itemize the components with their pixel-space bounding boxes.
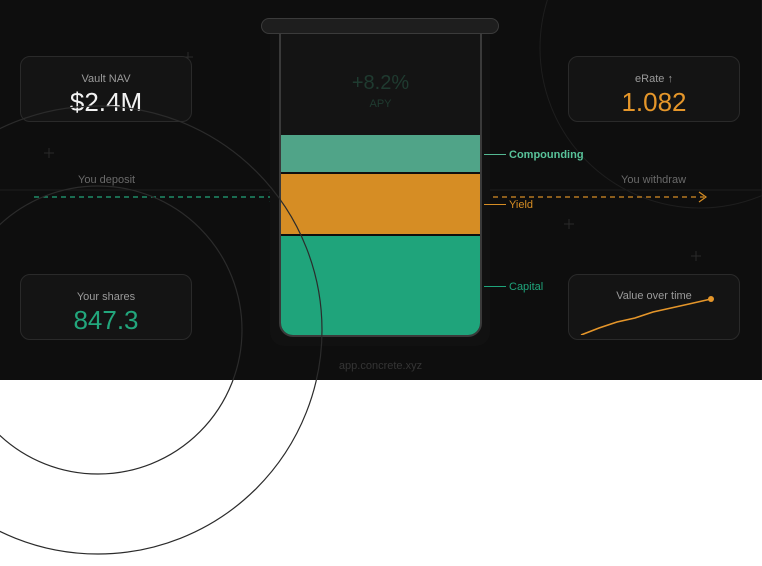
- capital-leader-line: [484, 286, 506, 287]
- erate-value: 1.082: [621, 87, 687, 117]
- your-shares-label: Your shares: [76, 291, 136, 303]
- beaker-lid: [261, 18, 499, 34]
- your-shares-card: Your shares 847.3: [20, 274, 192, 340]
- footer-url: app.concrete.xyz: [338, 360, 423, 372]
- vault-nav-value: $2.4M: [69, 87, 143, 117]
- erate-label: eRate ↑: [635, 73, 673, 85]
- capital-layer: [281, 236, 480, 335]
- sparkline-icon: [580, 296, 714, 335]
- yield-layer: [281, 174, 480, 234]
- apy-value: +8.2%: [351, 72, 410, 94]
- deposit-label: You deposit: [78, 174, 136, 186]
- erate-card: eRate ↑ 1.082: [568, 56, 740, 122]
- capital-label: Capital: [509, 281, 544, 293]
- vault-nav-label: Vault NAV: [81, 73, 131, 85]
- apy-label: APY: [369, 98, 392, 110]
- vault-nav-card: Vault NAV $2.4M: [20, 56, 192, 122]
- compounding-leader-line: [484, 154, 506, 155]
- yield-label: Yield: [509, 199, 534, 211]
- yield-leader-line: [484, 204, 506, 205]
- value-over-time-card: Value over time: [568, 274, 740, 340]
- your-shares-value: 847.3: [73, 305, 139, 335]
- vault-illustration-panel: You deposit You withdraw Vault NAV $2.4M…: [0, 0, 762, 380]
- compounding-label: Compounding: [509, 149, 584, 161]
- withdraw-label: You withdraw: [621, 174, 687, 186]
- compounding-layer: [281, 135, 480, 172]
